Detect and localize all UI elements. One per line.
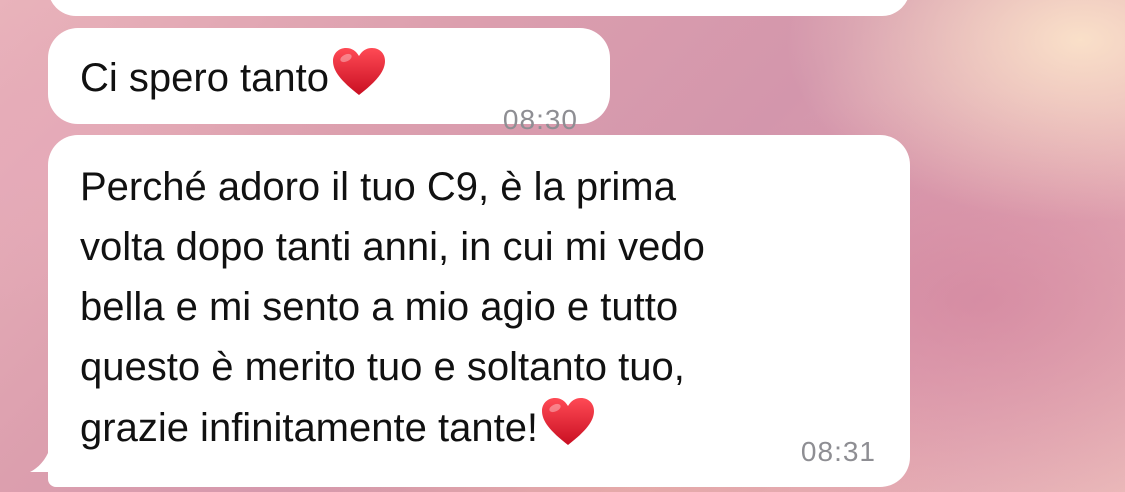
- message-timestamp: 08:31: [800, 436, 876, 467]
- message-bubble[interactable]: Ci spero tanto 08:30: [48, 28, 610, 135]
- message-timestamp: 08:30: [502, 104, 578, 135]
- message-bubble[interactable]: Perché adoro il tuo C9, è la prima volta…: [48, 135, 910, 487]
- bubble-tail-icon: [30, 440, 64, 472]
- message-text-line: Ci spero tanto: [80, 47, 387, 109]
- heart-emoji-icon: [331, 47, 387, 109]
- message-text: Ci spero tanto: [80, 56, 330, 100]
- message-text-block: Perché adoro il tuo C9, è la prima volta…: [80, 157, 860, 466]
- message-bubble-previous[interactable]: [48, 0, 910, 16]
- message-text: Perché adoro il tuo C9, è la prima volta…: [80, 165, 705, 450]
- heart-emoji-icon: [540, 397, 596, 466]
- chat-area[interactable]: Ci spero tanto 08:30 Perché adoro il tuo…: [0, 0, 1125, 492]
